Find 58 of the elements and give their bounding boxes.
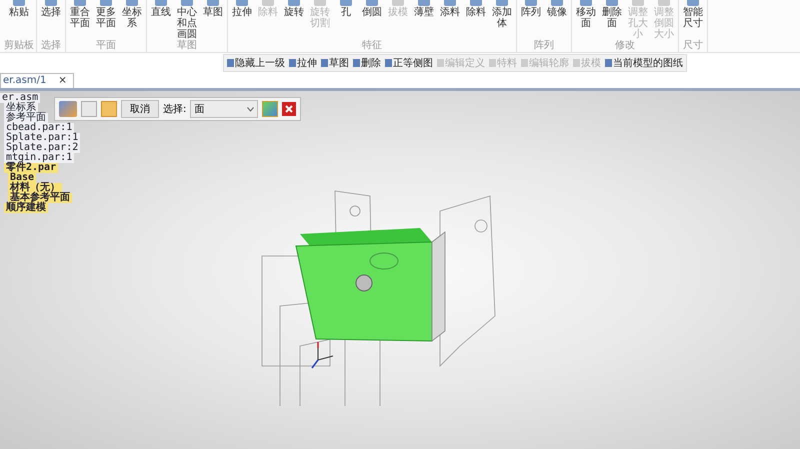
toolbar-command[interactable]: 删除 bbox=[353, 56, 381, 70]
toolbar-command[interactable]: 隐藏上一级 bbox=[227, 56, 285, 70]
select-dropdown[interactable]: 面 bbox=[190, 100, 258, 118]
ribbon-tool[interactable]: 旋转 bbox=[282, 0, 306, 40]
toolbar-command[interactable]: 草图 bbox=[321, 56, 349, 70]
ribbon-tool[interactable]: 中心和点画圆 bbox=[175, 0, 199, 40]
ribbon-tool[interactable]: 智能尺寸 bbox=[681, 0, 705, 40]
tree-item[interactable]: 坐标系 bbox=[4, 103, 38, 113]
mode-toggle[interactable] bbox=[101, 101, 117, 117]
tree-item[interactable]: 参考平面 bbox=[4, 113, 48, 123]
ribbon-tool[interactable]: 删除面 bbox=[600, 0, 624, 40]
ribbon-tool[interactable]: 重合平面 bbox=[68, 0, 92, 40]
document-tab[interactable]: er.asm/1 × bbox=[0, 73, 74, 88]
ribbon-tool[interactable]: 阵列 bbox=[519, 0, 543, 40]
ribbon-tool[interactable]: 拉伸 bbox=[230, 0, 254, 40]
ribbon-tool[interactable]: 更多平面 bbox=[94, 0, 118, 40]
group-label: 剪贴板 bbox=[4, 40, 34, 52]
ribbon-tool[interactable]: 薄壁 bbox=[412, 0, 436, 40]
toolbar-command[interactable]: 当前模型的图纸 bbox=[605, 56, 683, 70]
ribbon-tool[interactable]: 除料 bbox=[464, 0, 488, 40]
group-label: 修改 bbox=[615, 40, 635, 52]
toolbar-command[interactable]: 正等侧图 bbox=[385, 56, 433, 70]
group-label: 特征 bbox=[362, 40, 382, 52]
group-label: 平面 bbox=[96, 40, 116, 52]
tree-item[interactable]: Splate.par:2 bbox=[4, 143, 80, 153]
group-label: 选择 bbox=[41, 40, 61, 52]
cancel-button[interactable]: 取消 bbox=[121, 100, 159, 118]
group-label: 草图 bbox=[177, 40, 197, 52]
accept-button[interactable] bbox=[262, 101, 278, 117]
ribbon-tool[interactable]: 倒圆 bbox=[360, 0, 384, 40]
caret-icon bbox=[247, 106, 254, 112]
group-label: 尺寸 bbox=[683, 40, 703, 52]
ribbon-tool[interactable]: 粘贴 bbox=[7, 0, 31, 40]
close-icon[interactable] bbox=[282, 102, 296, 116]
tree-item[interactable]: er.asm bbox=[0, 93, 40, 103]
axis-triad-icon bbox=[311, 342, 334, 368]
ribbon-tool[interactable]: 添料 bbox=[438, 0, 462, 40]
ribbon-tool[interactable]: 孔 bbox=[334, 0, 358, 40]
group-label: 阵列 bbox=[534, 40, 554, 52]
tree-item[interactable]: cbead.par:1 bbox=[4, 123, 74, 133]
ribbon-tool[interactable]: 坐标系 bbox=[120, 0, 144, 40]
ribbon-tool[interactable]: 添加体 bbox=[490, 0, 514, 40]
tree-item[interactable]: 顺序建模 bbox=[4, 203, 48, 213]
select-label: 选择: bbox=[163, 102, 186, 116]
tree-item[interactable]: 基本参考平面 bbox=[8, 193, 72, 203]
close-icon[interactable]: × bbox=[58, 75, 67, 86]
toolbar-command[interactable]: 拉伸 bbox=[289, 56, 317, 70]
mode-toggle[interactable] bbox=[81, 101, 97, 117]
tree-item[interactable]: 零件2.par bbox=[4, 163, 58, 173]
tree-item[interactable]: 材料（无） bbox=[8, 183, 62, 193]
tree-item[interactable]: Base bbox=[8, 173, 36, 183]
ribbon-tool[interactable]: 直线 bbox=[149, 0, 173, 40]
tree-item[interactable]: Splate.par:1 bbox=[4, 133, 80, 143]
ribbon-tool[interactable]: 草图 bbox=[201, 0, 225, 40]
ribbon-tool[interactable]: 镜像 bbox=[545, 0, 569, 40]
ribbon-tool[interactable]: 选择 bbox=[39, 0, 63, 40]
ribbon-tool[interactable]: 移动面 bbox=[574, 0, 598, 40]
tree-item[interactable]: mtgin.par:1 bbox=[4, 153, 74, 163]
